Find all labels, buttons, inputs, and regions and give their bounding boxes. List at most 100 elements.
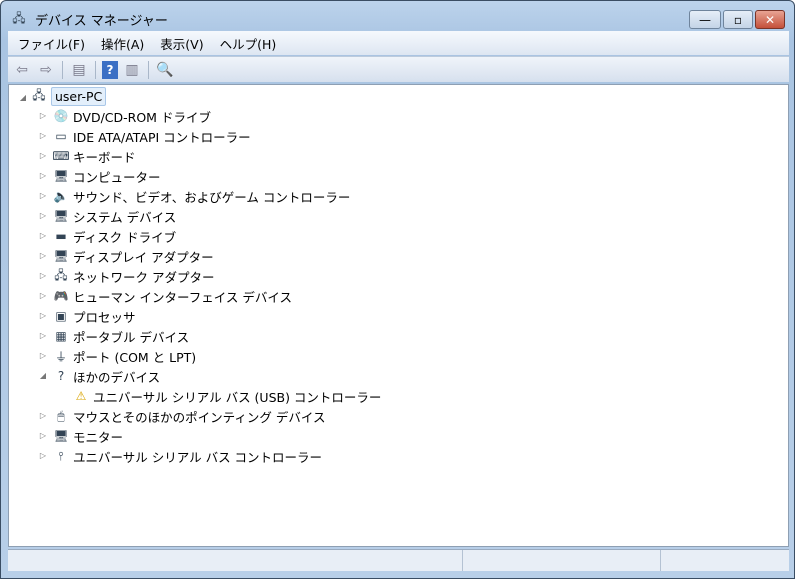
divider bbox=[148, 60, 149, 79]
menu-bar: ファイル(F) 操作(A) 表示(V) ヘルプ(H) bbox=[8, 31, 789, 55]
tree-item-label: サウンド、ビデオ、およびゲーム コントローラー bbox=[73, 189, 351, 205]
portable-icon: ▦ bbox=[55, 329, 67, 343]
tree-item-label: DVD/CD-ROM ドライブ bbox=[73, 109, 211, 125]
tree-item-label: ユニバーサル シリアル バス コントローラー bbox=[73, 449, 323, 465]
menu-help[interactable]: ヘルプ(H) bbox=[220, 34, 277, 53]
status-bar bbox=[8, 549, 789, 571]
expand-icon[interactable]: ▷ bbox=[39, 211, 47, 220]
expand-icon[interactable]: ▷ bbox=[39, 151, 47, 160]
expand-icon[interactable]: ▷ bbox=[39, 271, 47, 280]
collapse-icon[interactable]: ◢ bbox=[19, 93, 27, 102]
usb-icon: ⫯ bbox=[58, 448, 64, 463]
tree-item-label: IDE ATA/ATAPI コントローラー bbox=[73, 129, 251, 145]
expand-icon[interactable]: ▷ bbox=[39, 251, 47, 260]
toolbar: ⇦ ⇨ ▤ ? ▥ 🔍 bbox=[8, 56, 789, 82]
port-icon: ⏚ bbox=[54, 349, 67, 364]
menu-action[interactable]: 操作(A) bbox=[101, 34, 144, 53]
hid-icon: 🎮 bbox=[53, 289, 69, 303]
expand-icon[interactable]: ▷ bbox=[39, 431, 47, 440]
forward-arrow-icon[interactable]: ⇨ bbox=[36, 60, 56, 80]
expand-icon[interactable]: ▷ bbox=[39, 451, 47, 460]
tree-item[interactable]: ⫯ ユニバーサル シリアル バス コントローラー bbox=[53, 446, 322, 466]
console-tree-icon[interactable]: ▤ bbox=[69, 60, 89, 80]
tree-item-label: モニター bbox=[73, 429, 124, 445]
expand-icon[interactable]: ▷ bbox=[39, 351, 47, 360]
tree-item[interactable]: 🖥 ディスプレイ アダプター bbox=[53, 246, 214, 266]
system-icon: 🖥 bbox=[53, 209, 69, 223]
tree-item-label: ヒューマン インターフェイス デバイス bbox=[73, 289, 292, 305]
expand-icon[interactable]: ▷ bbox=[39, 291, 47, 300]
expand-icon[interactable]: ▷ bbox=[39, 411, 47, 420]
tree-item-label: ユニバーサル シリアル バス (USB) コントローラー bbox=[93, 389, 382, 405]
mouse-icon: 🖱 bbox=[57, 408, 65, 423]
menu-view[interactable]: 表示(V) bbox=[160, 34, 203, 53]
tree-item[interactable]: 🖧 ネットワーク アダプター bbox=[53, 266, 214, 286]
back-arrow-icon[interactable]: ⇦ bbox=[12, 60, 32, 80]
tree-item[interactable]: ▬ ディスク ドライブ bbox=[53, 226, 176, 246]
tree-item[interactable]: ? ほかのデバイス bbox=[53, 366, 160, 386]
tree-item-label: ディスプレイ アダプター bbox=[73, 249, 214, 265]
monitor-icon: 🖥 bbox=[53, 429, 69, 443]
tree-item[interactable]: ⌨ キーボード bbox=[52, 146, 136, 166]
tree-item[interactable]: ▦ ポータブル デバイス bbox=[53, 326, 189, 346]
expand-icon[interactable]: ▷ bbox=[39, 311, 47, 320]
cpu-icon: ▣ bbox=[55, 309, 67, 323]
expand-icon[interactable]: ▷ bbox=[39, 131, 47, 140]
status-pane bbox=[463, 550, 661, 571]
menu-file[interactable]: ファイル(F) bbox=[18, 34, 85, 53]
close-button[interactable]: ✕ bbox=[755, 10, 785, 29]
divider bbox=[95, 60, 96, 79]
tree-item[interactable]: 🖱 マウスとそのほかのポインティング デバイス bbox=[53, 406, 325, 426]
tree-item[interactable]: ⚠ ユニバーサル シリアル バス (USB) コントローラー bbox=[73, 386, 382, 406]
computer-icon: 🖧 bbox=[32, 87, 46, 102]
tree-item[interactable]: 🖥 モニター bbox=[53, 426, 123, 446]
device-manager-icon: 🖧 bbox=[12, 10, 26, 25]
maximize-button[interactable]: ▫ bbox=[723, 10, 753, 29]
expand-icon[interactable]: ▷ bbox=[39, 231, 47, 240]
tree-item-label: コンピューター bbox=[73, 169, 161, 185]
expand-icon[interactable]: ▷ bbox=[39, 331, 47, 340]
action-pane-icon[interactable]: ▥ bbox=[122, 60, 142, 80]
expand-icon[interactable]: ▷ bbox=[39, 171, 47, 180]
status-pane bbox=[8, 550, 463, 571]
device-tree: ◢ 🖧 user-PC ▷ 💿 DVD/CD-ROM ドライブ ▷ ▭ IDE ATA/A… bbox=[8, 84, 789, 547]
tree-item-label: キーボード bbox=[73, 149, 136, 165]
tree-item[interactable]: 🖥 システム デバイス bbox=[53, 206, 176, 226]
network-icon: 🖧 bbox=[54, 267, 68, 282]
tree-item-label: ポータブル デバイス bbox=[73, 329, 190, 345]
tree-item-label: システム デバイス bbox=[73, 209, 177, 225]
device-manager-window: 🖧 デバイス マネージャー — ▫ ✕ ファイル(F) 操作(A) 表示(V) … bbox=[0, 0, 795, 579]
collapse-icon[interactable]: ◢ bbox=[39, 371, 47, 380]
divider bbox=[62, 60, 63, 79]
expand-icon[interactable]: ▷ bbox=[39, 191, 47, 200]
tree-item-label: ポート (COM と LPT) bbox=[73, 349, 197, 365]
tree-item[interactable]: 💿 DVD/CD-ROM ドライブ bbox=[53, 106, 211, 126]
minimize-button[interactable]: — bbox=[689, 10, 721, 29]
dvd-icon: 💿 bbox=[53, 109, 69, 123]
tree-item-label: ネットワーク アダプター bbox=[73, 269, 215, 285]
expand-icon[interactable]: ▷ bbox=[39, 111, 47, 120]
title-bar: 🖧 デバイス マネージャー bbox=[11, 9, 168, 29]
tree-item[interactable]: 🎮 ヒューマン インターフェイス デバイス bbox=[53, 286, 292, 306]
tree-item[interactable]: 🖥 コンピューター bbox=[53, 166, 161, 186]
tree-item[interactable]: 🔈 サウンド、ビデオ、およびゲーム コントローラー bbox=[53, 186, 351, 206]
tree-root[interactable]: 🖧 user-PC bbox=[31, 86, 107, 106]
tree-item[interactable]: ▣ プロセッサ bbox=[53, 306, 136, 326]
tree-item[interactable]: ▭ IDE ATA/ATAPI コントローラー bbox=[53, 126, 251, 146]
status-pane bbox=[661, 550, 789, 571]
keyboard-icon: ⌨ bbox=[52, 149, 70, 163]
tree-item-label: マウスとそのほかのポインティング デバイス bbox=[73, 409, 326, 425]
tree-item-label: プロセッサ bbox=[73, 309, 136, 325]
tree-item-label: ほかのデバイス bbox=[73, 369, 161, 385]
unknown-device-icon: ? bbox=[57, 369, 65, 383]
help-icon[interactable]: ? bbox=[102, 60, 118, 79]
disk-icon: ▬ bbox=[55, 229, 67, 243]
tree-item-label: ディスク ドライブ bbox=[73, 229, 177, 245]
computer-icon: 🖥 bbox=[53, 169, 69, 183]
scan-hardware-icon[interactable]: 🔍 bbox=[155, 60, 175, 80]
display-icon: 🖥 bbox=[53, 249, 69, 263]
window-title: デバイス マネージャー bbox=[35, 13, 168, 29]
ide-icon: ▭ bbox=[55, 129, 67, 143]
speaker-icon: 🔈 bbox=[53, 189, 69, 203]
tree-item[interactable]: ⏚ ポート (COM と LPT) bbox=[53, 346, 196, 366]
